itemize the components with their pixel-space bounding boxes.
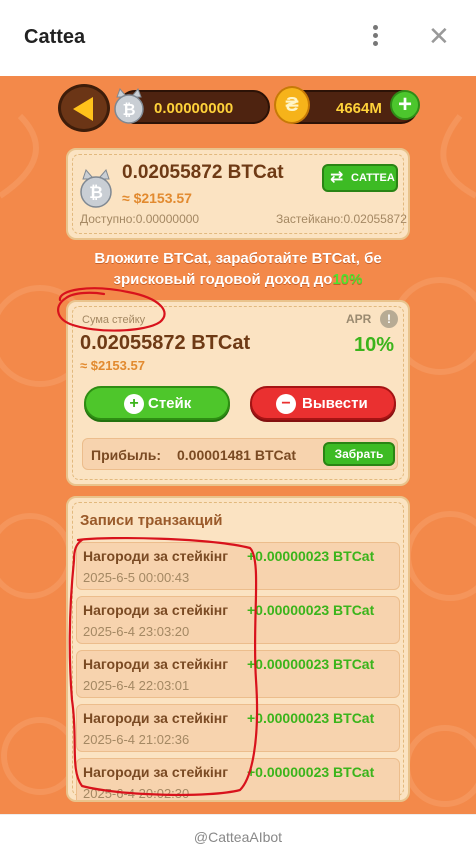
tx-date: 2025-6-4 22:03:01 [83, 678, 190, 693]
withdraw-button[interactable]: − Вывести [250, 386, 396, 420]
table-row: Нагороди за стейкінг +0.00000023 BTCat 2… [76, 650, 400, 698]
tx-amount: +0.00000023 BTCat [247, 710, 375, 726]
tx-name: Нагороди за стейкінг [83, 548, 229, 564]
tx-date: 2025-6-4 20:02:30 [83, 786, 190, 801]
info-icon[interactable]: ! [380, 310, 398, 328]
claim-button[interactable]: Забрать [323, 442, 395, 466]
app-content: 0.00000000 ₿ 4664M ₴ + ₿ 0.02055872 BTCa… [0, 76, 476, 814]
close-icon[interactable]: ✕ [428, 22, 450, 50]
transactions-card: Записи транзакций Нагороди за стейкінг +… [66, 496, 410, 802]
balance-amount: 0.02055872 BTCat [122, 162, 284, 183]
btc-balance-value: 0.00000000 [154, 100, 234, 117]
app-title: Cattea [24, 26, 86, 48]
kebab-menu-icon[interactable] [368, 25, 382, 49]
cat-coin-icon: ₴ [274, 86, 310, 124]
swap-icon: ⇄ [330, 169, 344, 186]
table-row: Нагороди за стейкінг +0.00000023 BTCat 2… [76, 704, 400, 752]
minus-icon: − [276, 394, 296, 414]
staking-slogan: Вложите BTCat, заработайте BTCat, бе зри… [94, 250, 382, 288]
balance-card: ₿ 0.02055872 BTCat ≈ $2153.57 ⇄ CATTEA Д… [66, 148, 410, 240]
svg-text:₿: ₿ [89, 183, 103, 203]
tx-amount: +0.00000023 BTCat [247, 764, 375, 780]
apr-label: APR [346, 312, 372, 326]
profit-label: Прибыль: [91, 447, 161, 463]
balance-usd: ≈ $2153.57 [122, 190, 192, 206]
bitcoin-cat-icon: ₿ [114, 88, 144, 124]
tx-amount: +0.00000023 BTCat [247, 602, 375, 618]
bitcoin-cat-icon: ₿ [80, 169, 112, 208]
bot-handle[interactable]: @CatteaAIbot [0, 829, 476, 845]
window-title-bar: Cattea ✕ [0, 0, 476, 76]
add-coins-button[interactable]: + [390, 90, 420, 120]
table-row: Нагороди за стейкінг +0.00000023 BTCat 2… [76, 542, 400, 590]
coin-balance-value: 4664M [336, 100, 382, 117]
cattea-button[interactable]: ⇄ CATTEA [322, 164, 398, 192]
table-row: Нагороди за стейкінг +0.00000023 BTCat 2… [76, 758, 400, 801]
profit-value: 0.00001481 BTCat [177, 447, 297, 463]
stake-button[interactable]: + Стейк [84, 386, 230, 420]
tx-name: Нагороди за стейкінг [83, 710, 229, 726]
staked-balance: Застейкано:0.02055872 [276, 212, 407, 226]
plus-icon: + [397, 91, 412, 118]
stake-usd: ≈ $2153.57 [80, 358, 145, 373]
tx-date: 2025-6-5 00:00:43 [83, 570, 190, 585]
stake-amount: 0.02055872 BTCat [80, 332, 251, 354]
apr-value: 10% [354, 334, 395, 356]
tx-amount: +0.00000023 BTCat [247, 656, 375, 672]
tx-name: Нагороди за стейкінг [83, 764, 229, 780]
tx-name: Нагороди за стейкінг [83, 656, 229, 672]
tx-name: Нагороди за стейкінг [83, 602, 229, 618]
back-arrow-icon [73, 97, 93, 121]
tx-date: 2025-6-4 21:02:36 [83, 732, 190, 747]
table-row: Нагороди за стейкінг +0.00000023 BTCat 2… [76, 596, 400, 644]
profit-box: Прибыль: 0.00001481 BTCat Забрать [82, 438, 398, 470]
footer: @CatteaAIbot [0, 814, 476, 859]
tx-amount: +0.00000023 BTCat [247, 548, 375, 564]
stake-card: Сума стейку APR ! 0.02055872 BTCat ≈ $21… [66, 300, 410, 486]
transactions-title: Записи транзакций [80, 512, 223, 529]
tx-date: 2025-6-4 23:03:20 [83, 624, 190, 639]
available-balance: Доступно:0.00000000 [80, 212, 200, 226]
stake-amount-label: Сума стейку [82, 314, 146, 326]
transactions-list[interactable]: Нагороди за стейкінг +0.00000023 BTCat 2… [76, 542, 400, 801]
svg-text:₿: ₿ [122, 100, 135, 119]
back-button[interactable] [58, 84, 110, 132]
plus-icon: + [124, 394, 144, 414]
